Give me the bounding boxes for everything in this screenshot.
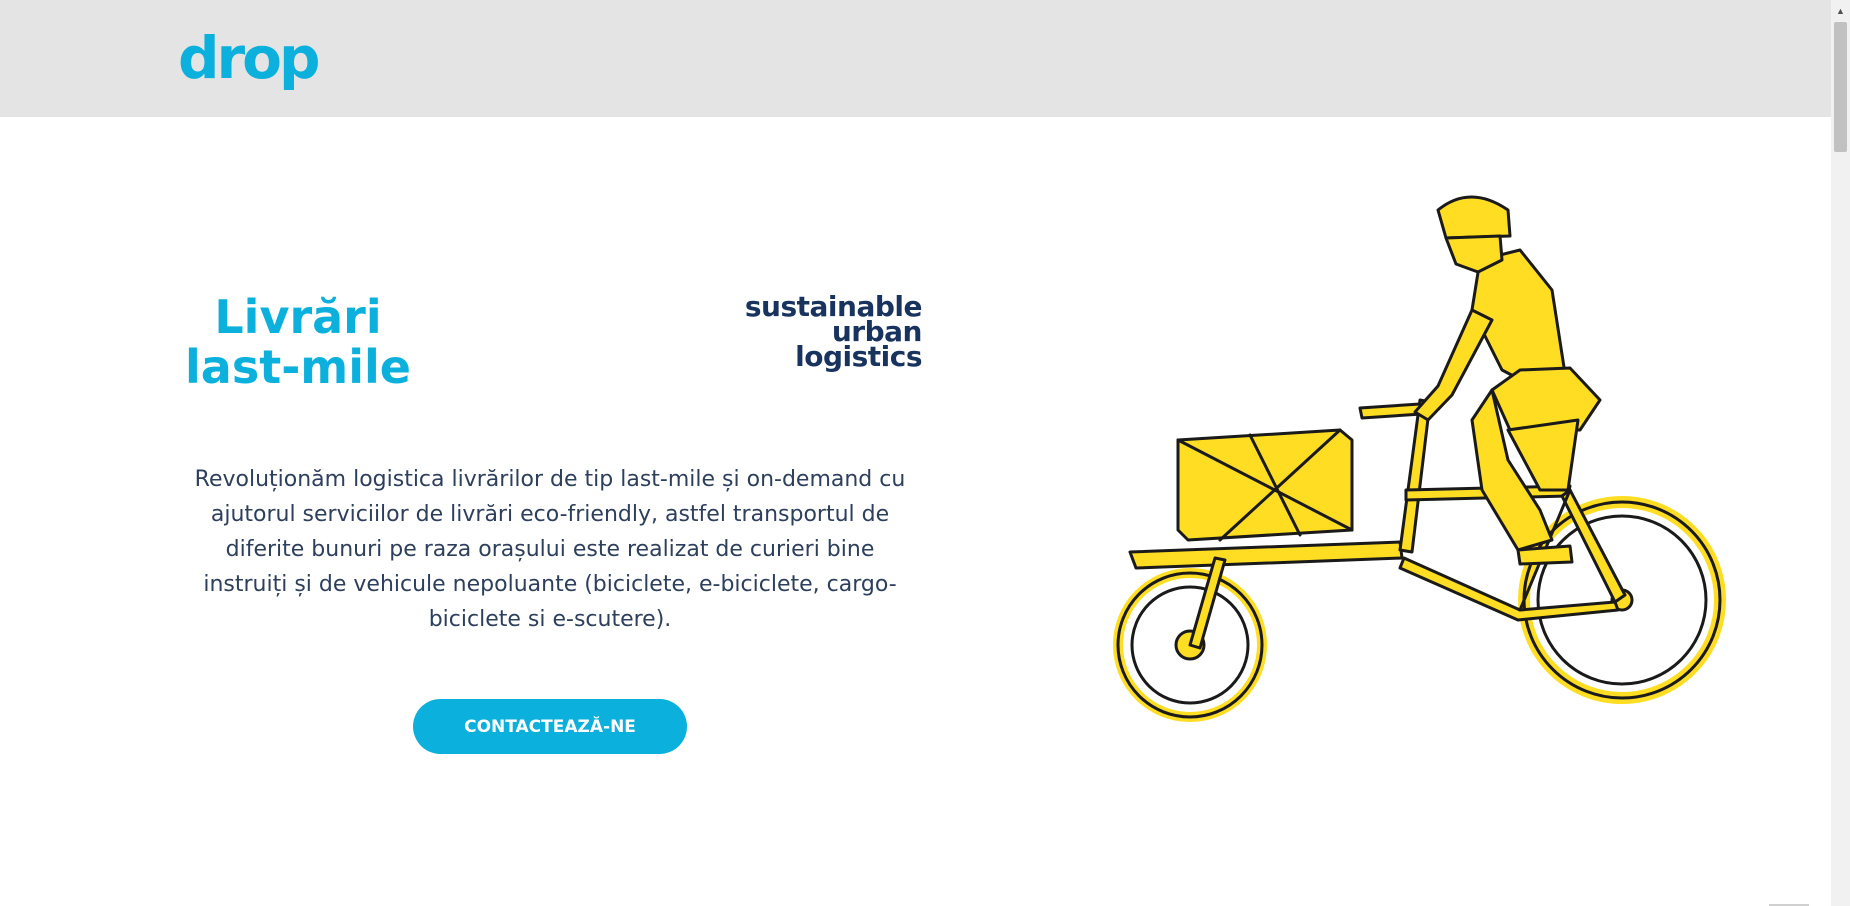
hero-description: Revoluționăm logistica livrărilor de tip… [194, 467, 906, 632]
tagline: sustainable urban logistics [680, 293, 923, 373]
scrollbar-thumb[interactable] [1834, 22, 1847, 152]
contact-button[interactable]: CONTACTEAZĂ-NE [413, 699, 687, 754]
hero-title: Livrări last-mile [150, 292, 446, 392]
site-header: drop [0, 0, 1831, 117]
scroll-up-arrow-icon[interactable]: ▲ [1834, 4, 1847, 18]
cargo-bike-courier-illustration [1113, 195, 1726, 722]
drop-logo[interactable]: drop [178, 26, 320, 90]
tagline-line-3: logistics [795, 340, 922, 373]
hero-title-line-1: Livrări [214, 290, 382, 344]
hero-title-line-2: last-mile [185, 340, 411, 394]
